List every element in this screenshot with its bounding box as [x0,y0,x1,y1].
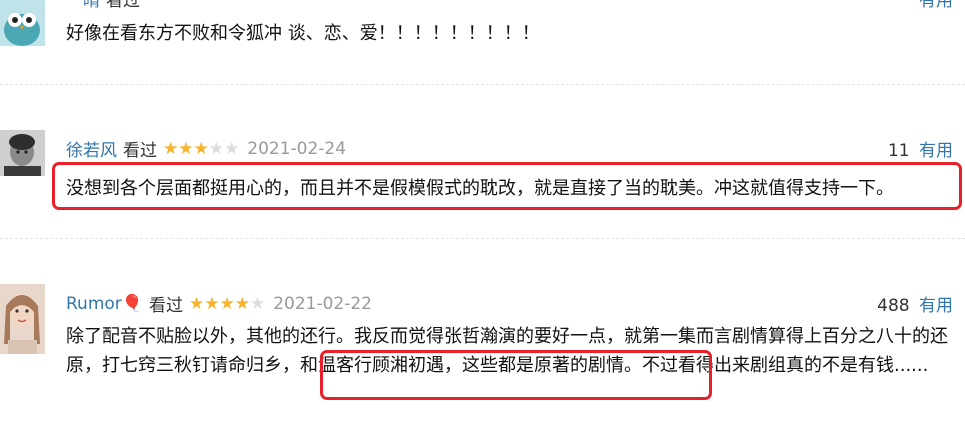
star-icon: ★ [163,138,179,159]
rating-stars: ★★★★★ [189,294,265,314]
vote-count: 有用 [915,0,953,11]
star-icon: ★ [193,138,209,159]
star-icon: ★ [178,138,194,159]
star-icon: ★ [204,293,220,314]
review-meta: Rumor🎈 看过 ★★★★★ 2021-02-22 [66,291,372,317]
review-author[interactable]: 徐若风 [66,136,117,161]
star-icon: ★ [188,293,205,314]
watch-status: 看过 [106,0,140,11]
watch-status: 看过 [123,141,157,161]
star-icon: ★ [249,293,266,314]
review-author[interactable]: Rumor🎈 [66,294,143,314]
divider [0,238,965,239]
highlight-box [320,350,712,400]
review-meta: 徐若风 看过 ★★★★★ 2021-02-24 [66,136,347,162]
star-icon: ★ [224,138,240,159]
review-meta: 一晴 看过 [66,0,140,11]
useful-button[interactable]: 有用 [919,296,953,316]
user-photo-icon [0,130,45,176]
owl-avatar-icon [0,0,45,46]
review-date: 2021-02-22 [273,293,372,314]
review-text: 好像在看东方不败和令狐冲 谈、恋、爱！！！！！！！！！ [66,23,540,44]
avatar[interactable] [0,0,45,46]
avatar[interactable] [0,130,45,176]
user-photo-icon [0,284,45,354]
star-icon: ★ [219,293,235,314]
avatar[interactable] [0,284,45,354]
useful-button[interactable]: 有用 [919,0,953,11]
vote-count: 488 有用 [877,291,953,316]
vote-count: 11 有用 [888,136,953,161]
vote-number: 488 [877,296,910,316]
review-author[interactable]: 一晴 [66,0,100,11]
useful-button[interactable]: 有用 [919,141,953,161]
highlight-box [52,162,962,210]
watch-status: 看过 [148,296,183,316]
vote-number: 11 [887,141,910,161]
star-icon: ★ [234,293,250,314]
review-date: 2021-02-24 [247,138,347,159]
star-icon: ★ [208,138,224,159]
divider [0,84,965,85]
rating-stars: ★★★★★ [163,139,239,159]
